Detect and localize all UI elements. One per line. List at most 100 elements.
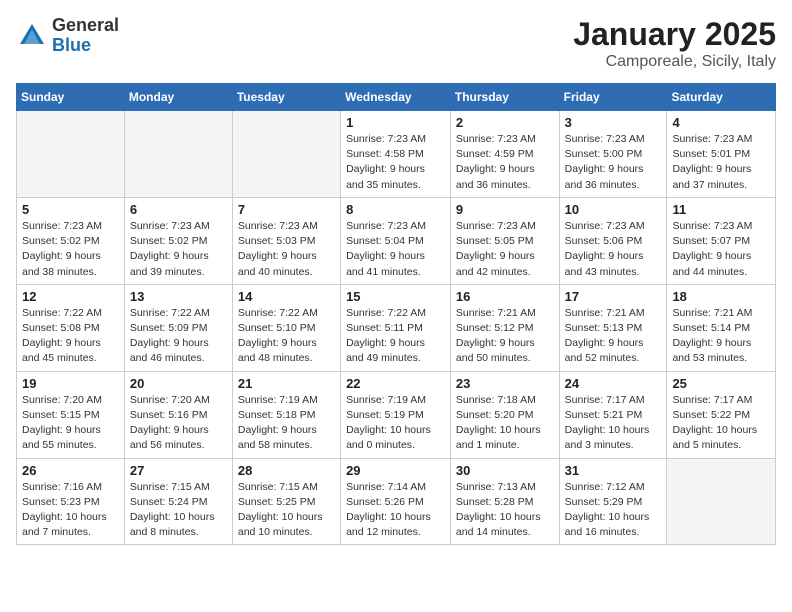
day-info: Sunrise: 7:19 AM Sunset: 5:18 PM Dayligh… [238,393,335,454]
day-number: 16 [456,289,554,304]
calendar-week-row: 26 Sunrise: 7:16 AM Sunset: 5:23 PM Dayli… [17,458,776,545]
calendar-week-row: 1 Sunrise: 7:23 AM Sunset: 4:58 PM Daylig… [17,111,776,198]
day-number: 18 [672,289,770,304]
day-number: 14 [238,289,335,304]
day-number: 5 [22,202,119,217]
calendar-cell: 9 Sunrise: 7:23 AM Sunset: 5:05 PM Daylig… [450,197,559,284]
calendar-week-row: 5 Sunrise: 7:23 AM Sunset: 5:02 PM Daylig… [17,197,776,284]
calendar-cell: 23 Sunrise: 7:18 AM Sunset: 5:20 PM Dayli… [450,371,559,458]
calendar-cell: 29 Sunrise: 7:14 AM Sunset: 5:26 PM Dayli… [341,458,451,545]
day-number: 2 [456,115,554,130]
logo-icon [16,20,48,52]
day-number: 21 [238,376,335,391]
day-number: 29 [346,463,445,478]
calendar-cell: 30Sunrise: 7:13 AM Sunset: 5:28 PM Dayli… [450,458,559,545]
day-header-friday: Friday [559,84,667,111]
calendar-cell: 27 Sunrise: 7:15 AM Sunset: 5:24 PM Dayli… [124,458,232,545]
logo-general-text: General [52,16,119,36]
day-info: Sunrise: 7:22 AM Sunset: 5:09 PM Dayligh… [130,306,227,367]
logo: General Blue [16,16,119,56]
title-block: January 2025 Camporeale, Sicily, Italy [573,16,776,71]
day-info: Sunrise: 7:17 AM Sunset: 5:22 PM Dayligh… [672,393,770,454]
day-number: 22 [346,376,445,391]
calendar-cell: 10 Sunrise: 7:23 AM Sunset: 5:06 PM Dayli… [559,197,667,284]
day-number: 26 [22,463,119,478]
day-info: Sunrise: 7:12 AM Sunset: 5:29 PM Dayligh… [565,480,662,541]
day-info: Sunrise: 7:21 AM Sunset: 5:13 PM Dayligh… [565,306,662,367]
day-number: 30 [456,463,554,478]
calendar-cell: 14 Sunrise: 7:22 AM Sunset: 5:10 PM Dayli… [232,284,340,371]
day-number: 23 [456,376,554,391]
calendar-cell: 22 Sunrise: 7:19 AM Sunset: 5:19 PM Dayli… [341,371,451,458]
calendar-cell: 25 Sunrise: 7:17 AM Sunset: 5:22 PM Dayli… [667,371,776,458]
calendar-cell: 1 Sunrise: 7:23 AM Sunset: 4:58 PM Daylig… [341,111,451,198]
day-number: 31 [565,463,662,478]
day-number: 27 [130,463,227,478]
day-header-tuesday: Tuesday [232,84,340,111]
day-info: Sunrise: 7:23 AM Sunset: 5:06 PM Dayligh… [565,219,662,280]
day-info: Sunrise: 7:22 AM Sunset: 5:08 PM Dayligh… [22,306,119,367]
day-number: 1 [346,115,445,130]
day-number: 19 [22,376,119,391]
calendar-cell: 16Sunrise: 7:21 AM Sunset: 5:12 PM Dayli… [450,284,559,371]
calendar-cell: 7 Sunrise: 7:23 AM Sunset: 5:03 PM Daylig… [232,197,340,284]
day-info: Sunrise: 7:23 AM Sunset: 5:02 PM Dayligh… [22,219,119,280]
calendar-week-row: 19 Sunrise: 7:20 AM Sunset: 5:15 PM Dayli… [17,371,776,458]
calendar-cell: 21 Sunrise: 7:19 AM Sunset: 5:18 PM Dayli… [232,371,340,458]
day-info: Sunrise: 7:23 AM Sunset: 5:07 PM Dayligh… [672,219,770,280]
calendar-cell: 17Sunrise: 7:21 AM Sunset: 5:13 PM Dayli… [559,284,667,371]
calendar-cell: 18 Sunrise: 7:21 AM Sunset: 5:14 PM Dayli… [667,284,776,371]
day-header-sunday: Sunday [17,84,125,111]
calendar-cell: 20Sunrise: 7:20 AM Sunset: 5:16 PM Dayli… [124,371,232,458]
location-subtitle: Camporeale, Sicily, Italy [573,53,776,71]
day-number: 12 [22,289,119,304]
day-info: Sunrise: 7:16 AM Sunset: 5:23 PM Dayligh… [22,480,119,541]
day-info: Sunrise: 7:20 AM Sunset: 5:16 PM Dayligh… [130,393,227,454]
day-number: 15 [346,289,445,304]
day-number: 8 [346,202,445,217]
calendar-cell: 12 Sunrise: 7:22 AM Sunset: 5:08 PM Dayli… [17,284,125,371]
day-number: 10 [565,202,662,217]
calendar-cell: 5 Sunrise: 7:23 AM Sunset: 5:02 PM Daylig… [17,197,125,284]
day-info: Sunrise: 7:19 AM Sunset: 5:19 PM Dayligh… [346,393,445,454]
day-number: 25 [672,376,770,391]
calendar-cell: 28Sunrise: 7:15 AM Sunset: 5:25 PM Dayli… [232,458,340,545]
day-info: Sunrise: 7:15 AM Sunset: 5:24 PM Dayligh… [130,480,227,541]
calendar-cell: 11 Sunrise: 7:23 AM Sunset: 5:07 PM Dayli… [667,197,776,284]
calendar-cell: 4Sunrise: 7:23 AM Sunset: 5:01 PM Daylig… [667,111,776,198]
day-info: Sunrise: 7:15 AM Sunset: 5:25 PM Dayligh… [238,480,335,541]
page-header: General Blue January 2025 Camporeale, Si… [16,16,776,71]
calendar-table: SundayMondayTuesdayWednesdayThursdayFrid… [16,83,776,545]
calendar-cell [124,111,232,198]
day-info: Sunrise: 7:23 AM Sunset: 4:58 PM Dayligh… [346,132,445,193]
day-info: Sunrise: 7:23 AM Sunset: 5:05 PM Dayligh… [456,219,554,280]
calendar-cell: 24Sunrise: 7:17 AM Sunset: 5:21 PM Dayli… [559,371,667,458]
day-info: Sunrise: 7:23 AM Sunset: 5:02 PM Dayligh… [130,219,227,280]
calendar-cell: 31 Sunrise: 7:12 AM Sunset: 5:29 PM Dayli… [559,458,667,545]
logo-blue-text: Blue [52,36,119,56]
calendar-cell: 19 Sunrise: 7:20 AM Sunset: 5:15 PM Dayli… [17,371,125,458]
day-info: Sunrise: 7:14 AM Sunset: 5:26 PM Dayligh… [346,480,445,541]
calendar-cell: 2 Sunrise: 7:23 AM Sunset: 4:59 PM Daylig… [450,111,559,198]
day-header-monday: Monday [124,84,232,111]
day-info: Sunrise: 7:22 AM Sunset: 5:10 PM Dayligh… [238,306,335,367]
calendar-cell: 26 Sunrise: 7:16 AM Sunset: 5:23 PM Dayli… [17,458,125,545]
day-info: Sunrise: 7:23 AM Sunset: 4:59 PM Dayligh… [456,132,554,193]
day-info: Sunrise: 7:21 AM Sunset: 5:14 PM Dayligh… [672,306,770,367]
month-title: January 2025 [573,16,776,53]
calendar-cell: 13Sunrise: 7:22 AM Sunset: 5:09 PM Dayli… [124,284,232,371]
day-info: Sunrise: 7:23 AM Sunset: 5:01 PM Dayligh… [672,132,770,193]
day-info: Sunrise: 7:18 AM Sunset: 5:20 PM Dayligh… [456,393,554,454]
calendar-cell: 8Sunrise: 7:23 AM Sunset: 5:04 PM Daylig… [341,197,451,284]
day-number: 3 [565,115,662,130]
day-info: Sunrise: 7:22 AM Sunset: 5:11 PM Dayligh… [346,306,445,367]
calendar-cell [667,458,776,545]
calendar-cell: 6Sunrise: 7:23 AM Sunset: 5:02 PM Daylig… [124,197,232,284]
day-info: Sunrise: 7:23 AM Sunset: 5:03 PM Dayligh… [238,219,335,280]
day-number: 11 [672,202,770,217]
day-number: 7 [238,202,335,217]
day-header-wednesday: Wednesday [341,84,451,111]
day-info: Sunrise: 7:20 AM Sunset: 5:15 PM Dayligh… [22,393,119,454]
day-number: 9 [456,202,554,217]
day-info: Sunrise: 7:17 AM Sunset: 5:21 PM Dayligh… [565,393,662,454]
